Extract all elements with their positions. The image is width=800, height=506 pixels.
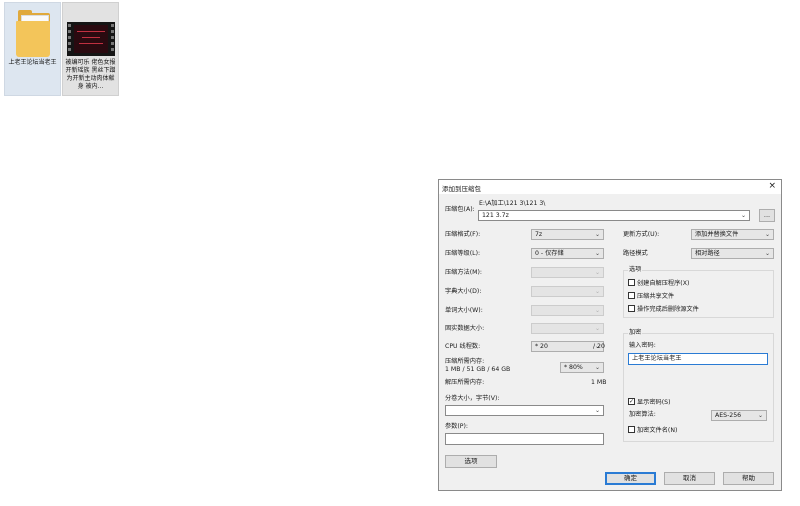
- update-label: 更新方式(U):: [623, 231, 660, 238]
- archive-name-combobox[interactable]: 121 3.7z ⌄: [478, 210, 750, 221]
- encrypt-names-label: 加密文件名(N): [637, 427, 678, 434]
- chevron-down-icon: ⌄: [594, 288, 600, 295]
- threads-label: CPU 线程数:: [445, 343, 481, 350]
- chevron-down-icon: ⌄: [594, 231, 600, 238]
- add-to-archive-dialog: 添加到压缩包 × 压缩包(A): E:\A加工\121 3\121 3\ 121…: [438, 179, 782, 491]
- chevron-down-icon: ⌄: [594, 269, 600, 276]
- folder-icon: [16, 21, 50, 57]
- encryption-method-select[interactable]: AES-256 ⌄: [711, 410, 767, 421]
- delete-after-checkbox[interactable]: [628, 304, 635, 312]
- shared-files-option[interactable]: 压缩共享文件: [628, 291, 675, 301]
- browse-button[interactable]: ...: [759, 209, 775, 222]
- mem-decompress-label: 解压所需内存:: [445, 379, 485, 386]
- encrypt-names-option[interactable]: 加密文件名(N): [628, 425, 678, 435]
- shared-files-label: 压缩共享文件: [637, 293, 675, 300]
- shared-files-checkbox[interactable]: [628, 291, 635, 299]
- mem-usage-select[interactable]: * 80% ⌄: [560, 362, 604, 373]
- method-label: 压缩方法(M):: [445, 269, 483, 276]
- archive-path: E:\A加工\121 3\121 3\: [479, 200, 546, 207]
- format-label: 压缩格式(F):: [445, 231, 481, 238]
- delete-after-label: 操作完成后删除源文件: [637, 306, 699, 313]
- desktop-video-label: 被编可乐 佬色女报开新瑶族 黑丝下蹭为开新主动肉体献身 被内...: [65, 59, 116, 90]
- encrypt-names-checkbox[interactable]: [628, 425, 635, 433]
- path-mode-label: 路径模式: [623, 250, 648, 257]
- chevron-down-icon: ⌄: [594, 407, 600, 414]
- update-select[interactable]: 添加并替换文件 ⌄: [691, 229, 774, 240]
- options-group: 选项 创建自解压程序(X) 压缩共享文件 操作完成后删除源文件: [623, 266, 774, 318]
- encryption-method-label: 加密算法:: [629, 411, 656, 418]
- archive-name-value: 121 3.7z: [482, 212, 509, 219]
- params-input[interactable]: [445, 433, 604, 445]
- solid-select: ⌄: [531, 323, 604, 334]
- ok-button[interactable]: 确定: [605, 472, 656, 485]
- solid-label: 固实数据大小:: [445, 325, 485, 332]
- password-input[interactable]: 上老王论坛当老王: [628, 353, 768, 365]
- encryption-group: 加密 输入密码: 上老王论坛当老王 ✓ 显示密码(S) 加密算法: AES-256…: [623, 329, 774, 442]
- threads-value: * 20: [535, 343, 548, 350]
- show-password-option[interactable]: ✓ 显示密码(S): [628, 397, 671, 407]
- delete-after-option[interactable]: 操作完成后删除源文件: [628, 304, 699, 314]
- mem-compress-label: 压缩所需内存:: [445, 358, 485, 365]
- options-group-title: 选项: [628, 266, 643, 274]
- encryption-group-title: 加密: [628, 329, 643, 337]
- mem-compress-size: 1 MB: [591, 379, 607, 386]
- level-value: 0 - 仅存储: [535, 250, 564, 257]
- level-select[interactable]: 0 - 仅存储 ⌄: [531, 248, 604, 259]
- level-label: 压缩等级(L):: [445, 250, 481, 257]
- volume-label: 分卷大小，字节(V):: [445, 395, 500, 402]
- video-thumbnail-icon: [67, 22, 115, 56]
- chevron-down-icon: ⌄: [764, 231, 770, 238]
- desktop-folder-label: 上老王论坛当老王: [8, 59, 57, 66]
- desktop-folder-icon[interactable]: 上老王论坛当老王: [4, 2, 61, 96]
- dict-label: 字典大小(D):: [445, 288, 482, 295]
- mem-usage-value: * 80%: [564, 364, 583, 371]
- help-button[interactable]: 帮助: [723, 472, 774, 485]
- chevron-down-icon: ⌄: [594, 364, 600, 371]
- params-label: 参数(P):: [445, 423, 469, 430]
- chevron-down-icon: ⌄: [594, 250, 600, 257]
- desktop-video-file[interactable]: 被编可乐 佬色女报开新瑶族 黑丝下蹭为开新主动肉体献身 被内...: [62, 2, 119, 96]
- cancel-button[interactable]: 取消: [664, 472, 715, 485]
- dict-select: ⌄: [531, 286, 604, 297]
- sfx-label: 创建自解压程序(X): [637, 280, 690, 287]
- dialog-title: 添加到压缩包: [442, 185, 481, 193]
- mem-compress-detail: 1 MB / 51 GB / 64 GB: [445, 366, 511, 373]
- threads-total: / 20: [593, 343, 605, 350]
- method-select: ⌄: [531, 267, 604, 278]
- dialog-titlebar: 添加到压缩包 ×: [439, 180, 781, 194]
- format-value: 7z: [535, 231, 543, 238]
- options-button[interactable]: 选项: [445, 455, 497, 468]
- close-icon[interactable]: ×: [768, 181, 776, 191]
- chevron-down-icon: ⌄: [740, 212, 746, 219]
- sfx-option[interactable]: 创建自解压程序(X): [628, 278, 690, 288]
- show-password-label: 显示密码(S): [637, 399, 671, 406]
- word-select: ⌄: [531, 305, 604, 316]
- chevron-down-icon: ⌄: [757, 412, 763, 419]
- encryption-method-value: AES-256: [715, 412, 742, 419]
- archive-label: 压缩包(A):: [445, 206, 475, 213]
- chevron-down-icon: ⌄: [764, 250, 770, 257]
- format-select[interactable]: 7z ⌄: [531, 229, 604, 240]
- password-label: 输入密码:: [629, 342, 656, 349]
- volume-combobox[interactable]: ⌄: [445, 405, 604, 416]
- show-password-checkbox[interactable]: ✓: [628, 397, 635, 405]
- chevron-down-icon: ⌄: [594, 325, 600, 332]
- path-mode-select[interactable]: 相对路径 ⌄: [691, 248, 774, 259]
- sfx-checkbox[interactable]: [628, 278, 635, 286]
- chevron-down-icon: ⌄: [594, 307, 600, 314]
- word-label: 单词大小(W):: [445, 307, 483, 314]
- update-value: 添加并替换文件: [695, 231, 739, 238]
- path-mode-value: 相对路径: [695, 250, 720, 257]
